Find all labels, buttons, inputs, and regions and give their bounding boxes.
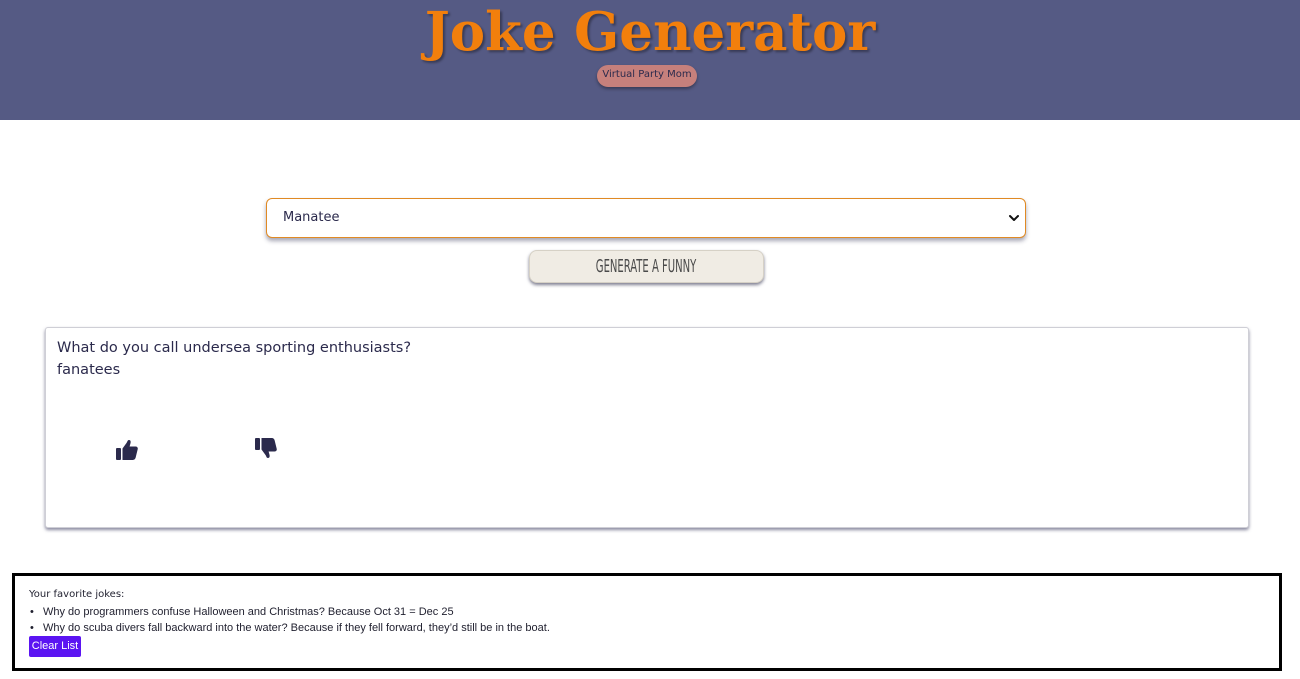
bullet-icon: •	[30, 606, 34, 618]
joke-card: What do you call undersea sporting enthu…	[45, 327, 1249, 528]
list-item: • Why do scuba divers fall backward into…	[29, 620, 550, 636]
generate-button[interactable]: GENERATE A FUNNY	[529, 250, 764, 283]
clear-list-button[interactable]: Clear List	[29, 636, 81, 657]
favorite-joke-text: Why do scuba divers fall backward into t…	[43, 622, 550, 634]
list-item: • Why do programmers confuse Halloween a…	[29, 604, 550, 620]
favorites-list: • Why do programmers confuse Halloween a…	[29, 604, 550, 636]
select-value: Manatee	[283, 210, 340, 225]
generate-button-label: GENERATE A FUNNY	[596, 256, 697, 277]
favorites-panel: Your favorite jokes: • Why do programmer…	[12, 573, 1282, 671]
thumbs-down-icon[interactable]	[254, 436, 278, 460]
joke-topic-select[interactable]: Manatee	[266, 198, 1026, 238]
thumbs-up-icon[interactable]	[115, 438, 139, 462]
author-badge: Virtual Party Mom	[597, 65, 697, 87]
page-header: Joke Generator Virtual Party Mom	[0, 0, 1300, 120]
page-title: Joke Generator	[424, 1, 876, 63]
joke-question: What do you call undersea sporting enthu…	[57, 340, 412, 356]
favorites-heading: Your favorite jokes:	[29, 589, 125, 600]
favorite-joke-text: Why do programmers confuse Halloween and…	[43, 606, 454, 618]
bullet-icon: •	[30, 622, 34, 634]
joke-answer: fanatees	[57, 362, 121, 378]
chevron-down-icon	[1009, 215, 1019, 221]
